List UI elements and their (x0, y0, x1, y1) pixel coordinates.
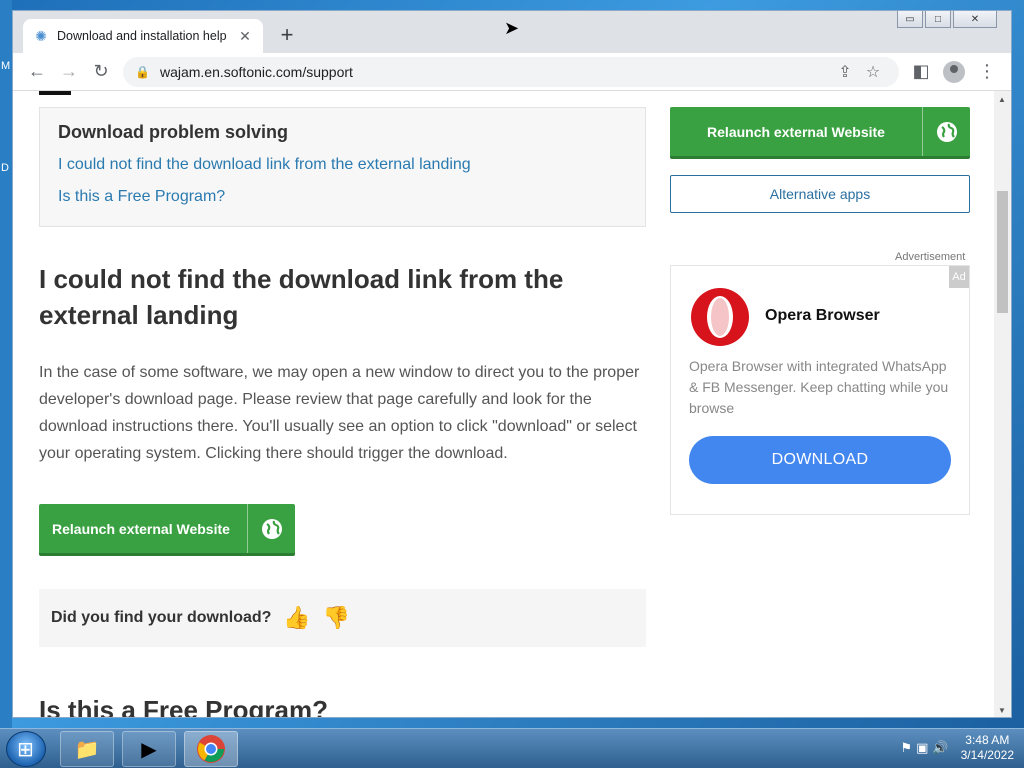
window-controls: ▭ □ ✕ (897, 11, 997, 28)
lock-icon[interactable]: 🔒 (135, 65, 150, 79)
tab-title: Download and installation help (57, 29, 227, 43)
chrome-icon[interactable] (184, 731, 238, 767)
ad-download-button[interactable]: DOWNLOAD (689, 436, 951, 484)
clock[interactable]: 3:48 AM 3/14/2022 (961, 733, 1014, 763)
thumbs-down-icon[interactable]: 👎 (323, 605, 350, 631)
page-content: Download problem solving I could not fin… (13, 91, 995, 718)
page-scrollbar[interactable]: ▲ ▼ (994, 91, 1011, 717)
sidebar-relaunch-label: Relaunch external Website (707, 123, 885, 140)
tab-close-icon[interactable]: ✕ (237, 28, 253, 45)
thumbs-up-icon[interactable]: 👍 (283, 605, 310, 631)
new-tab-button[interactable]: + (275, 23, 299, 47)
tray-icons[interactable]: ⚑▣🔊 (900, 740, 952, 756)
relaunch-website-button[interactable]: Relaunch external Website (39, 504, 295, 556)
link-free-program[interactable]: Is this a Free Program? (58, 188, 225, 206)
section-title: I could not find the download link from … (39, 264, 564, 330)
globe-icon (922, 107, 970, 156)
back-button[interactable]: ← (21, 56, 53, 88)
advertisement-label: Advertisement (895, 251, 966, 263)
desktop-edge: M D (0, 0, 12, 728)
side-panel-icon[interactable]: ◧ (905, 56, 937, 88)
alternative-apps-button[interactable]: Alternative apps (670, 175, 970, 213)
scroll-up-arrow-icon[interactable]: ▲ (998, 95, 1006, 104)
feedback-question: Did you find your download? (51, 609, 272, 626)
link-download-not-found[interactable]: I could not find the download link from … (58, 156, 471, 174)
softonic-icon: ✺ (35, 28, 47, 44)
taskbar: 📁 ▶ ⚑▣🔊 3:48 AM 3/14/2022 (0, 728, 1024, 768)
scroll-down-arrow-icon[interactable]: ▼ (998, 706, 1006, 715)
minimize-button[interactable]: ▭ (897, 11, 923, 28)
file-explorer-icon[interactable]: 📁 (60, 731, 114, 767)
download-problem-box: Download problem solving I could not fin… (39, 107, 646, 227)
address-bar[interactable]: 🔒 wajam.en.softonic.com/support ⇪ ☆ (123, 56, 899, 87)
menu-kebab-icon[interactable]: ⋮ (971, 56, 1003, 88)
start-button[interactable] (6, 731, 46, 767)
scrollbar-thumb[interactable] (997, 191, 1008, 313)
forward-button[interactable]: → (53, 56, 85, 88)
next-section-title: Is this a Free Program? (39, 695, 328, 718)
clock-time: 3:48 AM (965, 733, 1010, 747)
sidebar-relaunch-website-button[interactable]: Relaunch external Website (670, 107, 970, 159)
header-underline (39, 91, 71, 95)
bookmark-star-icon[interactable]: ☆ (859, 62, 887, 82)
relaunch-label: Relaunch external Website (52, 520, 230, 537)
media-player-icon[interactable]: ▶ (122, 731, 176, 767)
opera-logo-icon (691, 288, 749, 346)
ad-title: Opera Browser (765, 307, 880, 324)
desktop-icon-letter: D (1, 162, 9, 174)
ad-description: Opera Browser with integrated WhatsApp &… (689, 358, 949, 416)
browser-window: ✺ Download and installation help ✕ + ▭ □… (12, 10, 1012, 718)
close-window-button[interactable]: ✕ (953, 11, 997, 28)
desktop-icon-letter: M (1, 60, 11, 72)
share-icon[interactable]: ⇪ (831, 62, 859, 82)
ad-badge[interactable]: Ad (949, 266, 969, 288)
feedback-box: Did you find your download? 👍 👎 (39, 589, 646, 647)
globe-icon (247, 504, 295, 553)
mouse-cursor-icon: ➤ (504, 18, 520, 38)
maximize-button[interactable]: □ (925, 11, 951, 28)
opera-ad[interactable]: Ad Opera Browser Opera Browser with inte… (670, 265, 970, 515)
profile-avatar-icon[interactable] (943, 60, 965, 83)
section-paragraph: In the case of some software, we may ope… (39, 364, 640, 462)
tab-download-help[interactable]: ✺ Download and installation help ✕ (23, 19, 263, 53)
browser-toolbar: ← → ↻ 🔒 wajam.en.softonic.com/support ⇪ … (13, 53, 1011, 91)
url-text[interactable]: wajam.en.softonic.com/support (160, 64, 831, 80)
problem-box-heading: Download problem solving (58, 122, 289, 142)
reload-button[interactable]: ↻ (85, 56, 117, 88)
system-tray: ⚑▣🔊 3:48 AM 3/14/2022 (900, 733, 1014, 763)
clock-date: 3/14/2022 (960, 748, 1014, 762)
